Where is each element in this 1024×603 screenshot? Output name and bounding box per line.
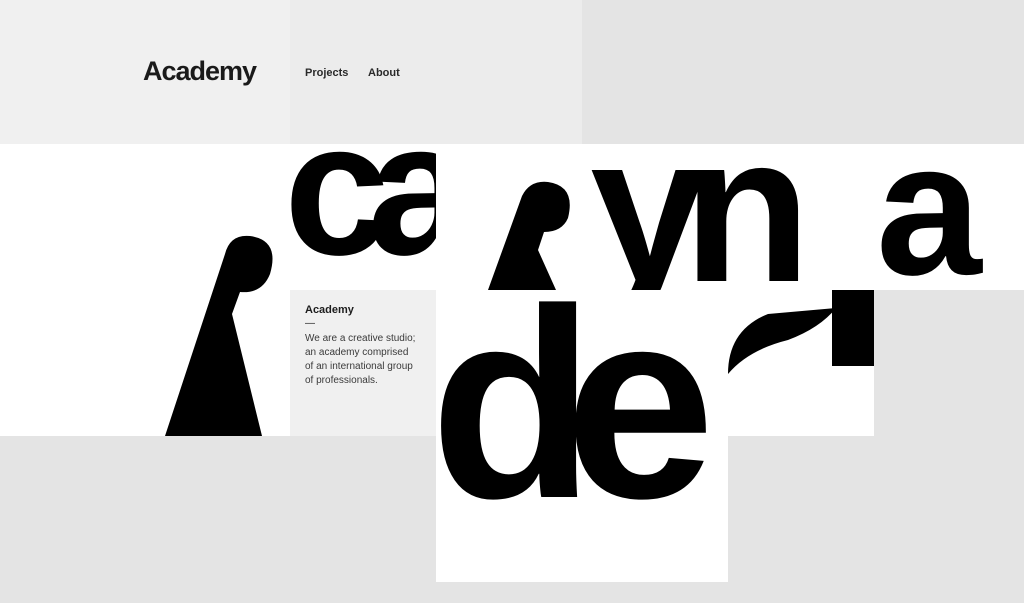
mosaic-tile-far-a: a <box>874 144 1024 290</box>
card-dash: — <box>305 318 315 329</box>
header-tile-right <box>582 0 1024 144</box>
nav-projects[interactable]: Projects <box>305 67 348 79</box>
glyph-fragment-de: de <box>436 290 715 555</box>
mosaic-tile-a-glyph <box>0 144 290 436</box>
mosaic-tile-yh-glyph: yn <box>582 144 874 290</box>
mosaic-tile-de-glyph: de <box>436 290 728 582</box>
apostrophe-graphic <box>728 290 874 374</box>
mosaic-tile-a-small <box>436 144 582 290</box>
glyph-fragment-yn: yn <box>590 144 811 290</box>
glyph-fragment-ca: ca <box>290 144 436 290</box>
glyph-fragment-a: a <box>876 144 982 290</box>
letter-a-stem-graphic <box>488 181 570 290</box>
nav-about[interactable]: About <box>368 67 400 79</box>
logo[interactable]: Academy <box>143 56 257 87</box>
card-title: Academy <box>305 304 354 316</box>
letter-a-graphic <box>165 235 273 436</box>
mosaic-tile-apostrophe <box>728 290 874 436</box>
mosaic-tile-ca-glyph: ca <box>290 144 436 290</box>
card-description: We are a creative studio; an academy com… <box>305 333 416 386</box>
